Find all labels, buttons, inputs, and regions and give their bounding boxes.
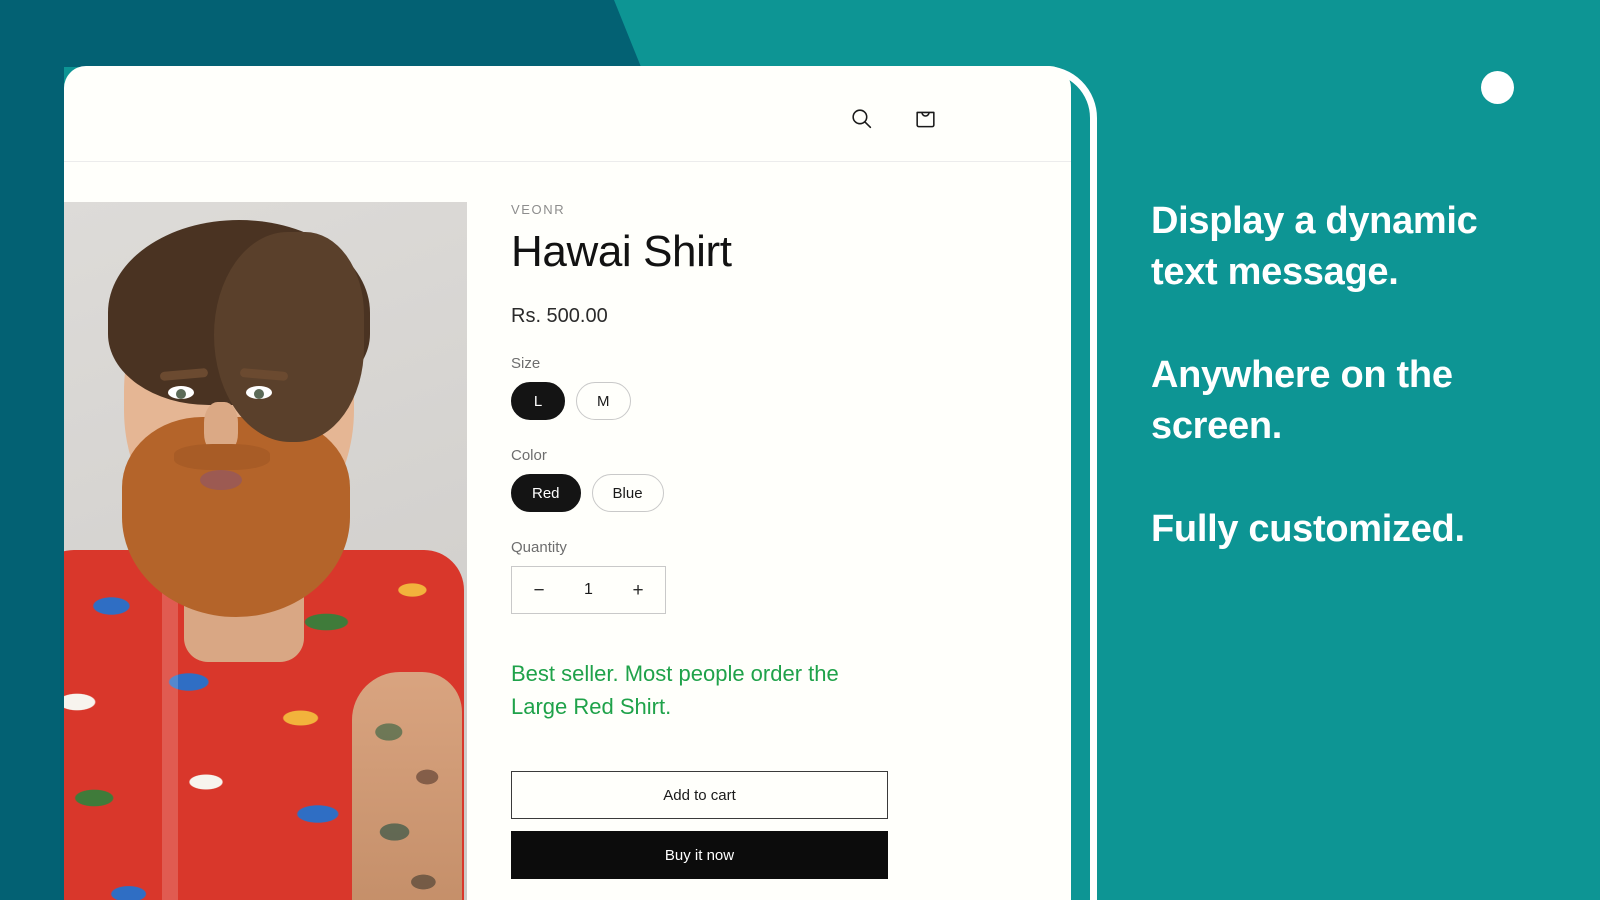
screenshot-stage: VEONR Hawai Shirt Rs. 500.00 Size L M Co… bbox=[0, 0, 1600, 900]
quantity-label: Quantity bbox=[511, 539, 567, 556]
quantity-decrease-button[interactable]: − bbox=[528, 581, 550, 600]
cart-button[interactable] bbox=[903, 96, 947, 140]
product-info: VEONR Hawai Shirt Rs. 500.00 Size L M Co… bbox=[467, 202, 1071, 900]
size-option-l[interactable]: L bbox=[511, 382, 565, 420]
search-icon bbox=[849, 106, 874, 131]
product-gallery[interactable] bbox=[64, 202, 467, 900]
product-price: Rs. 500.00 bbox=[511, 305, 608, 327]
marketing-line-1: Display a dynamic text message. bbox=[1151, 200, 1478, 293]
dark-teal-angled-shape bbox=[0, 0, 641, 67]
promo-message: Best seller. Most people order the Large… bbox=[511, 661, 839, 719]
shopping-bag-icon bbox=[913, 106, 938, 131]
color-option-blue[interactable]: Blue bbox=[591, 474, 664, 512]
marketing-line-3: Fully customized. bbox=[1151, 507, 1465, 550]
dark-teal-left-strip bbox=[0, 66, 64, 900]
add-to-cart-button[interactable]: Add to cart bbox=[511, 771, 888, 820]
page-title: Hawai Shirt bbox=[511, 227, 732, 276]
color-option-group: Red Blue bbox=[511, 474, 1071, 512]
site-header bbox=[64, 66, 1071, 162]
product-photo bbox=[64, 202, 467, 900]
size-option-m[interactable]: M bbox=[576, 382, 631, 420]
marketing-line-2: Anywhere on the screen. bbox=[1151, 353, 1453, 447]
product-section: VEONR Hawai Shirt Rs. 500.00 Size L M Co… bbox=[64, 162, 1071, 900]
marketing-panel: Display a dynamic text message. Anywhere… bbox=[1151, 196, 1551, 555]
size-option-label: Size bbox=[511, 355, 541, 372]
color-option-label: Color bbox=[511, 447, 547, 464]
quantity-increase-button[interactable]: + bbox=[627, 581, 649, 600]
quantity-stepper[interactable]: − 1 + bbox=[511, 566, 666, 614]
product-vendor: VEONR bbox=[511, 202, 566, 217]
search-button[interactable] bbox=[839, 96, 883, 140]
quantity-value: 1 bbox=[584, 581, 593, 598]
buy-it-now-button[interactable]: Buy it now bbox=[511, 831, 888, 880]
white-circle-dot bbox=[1481, 71, 1514, 104]
header-actions bbox=[839, 96, 947, 140]
size-option-group: L M bbox=[511, 382, 1071, 420]
storefront-card: VEONR Hawai Shirt Rs. 500.00 Size L M Co… bbox=[64, 66, 1071, 900]
cta-buttons: Add to cart Buy it now bbox=[511, 771, 888, 880]
color-option-red[interactable]: Red bbox=[511, 474, 581, 512]
